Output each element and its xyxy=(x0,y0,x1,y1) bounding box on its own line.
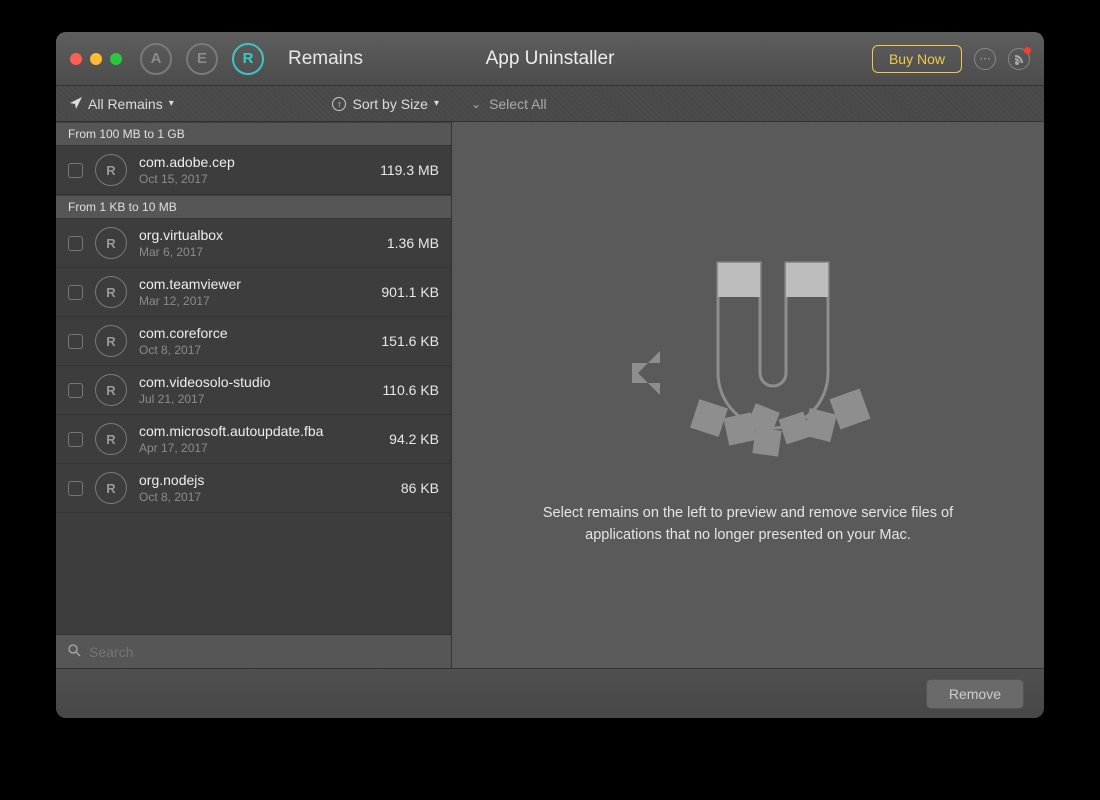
list-item[interactable]: Rcom.teamviewer Mar 12, 2017 901.1 KB xyxy=(56,268,451,317)
chat-icon[interactable]: ⋯ xyxy=(974,48,996,70)
item-name: com.microsoft.autoupdate.fba xyxy=(139,423,379,439)
list-item[interactable]: Rorg.virtualbox Mar 6, 2017 1.36 MB xyxy=(56,219,451,268)
remains-list[interactable]: From 100 MB to 1 GB Rcom.adobe.cep Oct 15,… xyxy=(56,122,451,634)
item-date: Oct 15, 2017 xyxy=(139,172,370,186)
mode-label: Remains xyxy=(288,48,363,70)
item-text: com.videosolo-studio Jul 21, 2017 xyxy=(139,374,372,406)
item-date: Oct 8, 2017 xyxy=(139,490,391,504)
list-item[interactable]: Rcom.videosolo-studio Jul 21, 2017 110.6 K… xyxy=(56,366,451,415)
magnet-illustration-icon xyxy=(598,243,898,473)
buy-now-button[interactable]: Buy Now xyxy=(872,45,962,73)
sort-arrow-icon: ↑ xyxy=(332,97,346,111)
item-size: 94.2 KB xyxy=(389,431,439,447)
filter-dropdown[interactable]: All Remains ▾ xyxy=(70,96,174,112)
app-window: A E R Remains App Uninstaller Buy Now ⋯ … xyxy=(56,32,1044,718)
checkbox[interactable] xyxy=(68,383,83,398)
chevron-down-icon: ▾ xyxy=(169,98,174,109)
list-item[interactable]: Rcom.adobe.cep Oct 15, 2017 119.3 MB xyxy=(56,146,451,195)
item-size: 119.3 MB xyxy=(380,162,439,178)
mode-remains-icon[interactable]: R xyxy=(232,43,264,75)
mode-extensions-icon[interactable]: E xyxy=(186,43,218,75)
detail-pane: Select remains on the left to preview an… xyxy=(451,122,1044,668)
item-size: 1.36 MB xyxy=(387,235,439,251)
filter-label: All Remains xyxy=(88,96,163,112)
search-input[interactable] xyxy=(89,644,439,660)
item-text: com.microsoft.autoupdate.fba Apr 17, 2017 xyxy=(139,423,379,455)
item-text: com.adobe.cep Oct 15, 2017 xyxy=(139,154,370,186)
item-size: 901.1 KB xyxy=(381,284,439,300)
list-item[interactable]: Rorg.nodejs Oct 8, 2017 86 KB xyxy=(56,464,451,513)
mode-applications-icon[interactable]: A xyxy=(140,43,172,75)
chevron-down-icon: ⌄ xyxy=(471,97,481,111)
remains-icon: R xyxy=(95,154,127,186)
checkbox[interactable] xyxy=(68,163,83,178)
item-text: com.coreforce Oct 8, 2017 xyxy=(139,325,371,357)
list-item[interactable]: Rcom.coreforce Oct 8, 2017 151.6 KB xyxy=(56,317,451,366)
item-text: org.virtualbox Mar 6, 2017 xyxy=(139,227,377,259)
remains-icon: R xyxy=(95,374,127,406)
item-date: Apr 17, 2017 xyxy=(139,441,379,455)
item-name: com.videosolo-studio xyxy=(139,374,372,390)
checkbox[interactable] xyxy=(68,334,83,349)
checkbox[interactable] xyxy=(68,481,83,496)
remains-icon: R xyxy=(95,227,127,259)
item-size: 86 KB xyxy=(401,480,439,496)
remains-icon: R xyxy=(95,325,127,357)
footer: Remove xyxy=(56,668,1044,718)
empty-state-message: Select remains on the left to preview an… xyxy=(528,503,968,547)
select-all-button[interactable]: ⌄ Select All xyxy=(451,96,547,112)
item-text: org.nodejs Oct 8, 2017 xyxy=(139,472,391,504)
feed-icon[interactable] xyxy=(1008,48,1030,70)
mode-switcher: A E R Remains xyxy=(140,43,363,75)
checkbox[interactable] xyxy=(68,236,83,251)
remains-icon: R xyxy=(95,276,127,308)
toolbar: All Remains ▾ ↑ Sort by Size ▾ ⌄ Select … xyxy=(56,86,1044,122)
sort-dropdown[interactable]: ↑ Sort by Size ▾ xyxy=(332,96,439,112)
notification-dot-icon xyxy=(1024,47,1031,54)
item-date: Oct 8, 2017 xyxy=(139,343,371,357)
item-date: Mar 6, 2017 xyxy=(139,245,377,259)
window-controls xyxy=(70,53,122,65)
main-split: From 100 MB to 1 GB Rcom.adobe.cep Oct 15,… xyxy=(56,122,1044,668)
remains-icon: R xyxy=(95,423,127,455)
section-header: From 100 MB to 1 GB xyxy=(56,122,451,146)
item-size: 151.6 KB xyxy=(381,333,439,349)
remove-button[interactable]: Remove xyxy=(926,679,1024,709)
sort-label: Sort by Size xyxy=(352,96,427,112)
item-date: Mar 12, 2017 xyxy=(139,294,371,308)
item-name: com.adobe.cep xyxy=(139,154,370,170)
item-name: org.virtualbox xyxy=(139,227,377,243)
select-all-label: Select All xyxy=(489,96,547,112)
sidebar: From 100 MB to 1 GB Rcom.adobe.cep Oct 15,… xyxy=(56,122,451,668)
close-icon[interactable] xyxy=(70,53,82,65)
list-item[interactable]: Rcom.microsoft.autoupdate.fba Apr 17, 201… xyxy=(56,415,451,464)
chevron-down-icon: ▾ xyxy=(434,98,439,109)
checkbox[interactable] xyxy=(68,432,83,447)
item-name: org.nodejs xyxy=(139,472,391,488)
item-text: com.teamviewer Mar 12, 2017 xyxy=(139,276,371,308)
remains-icon: R xyxy=(95,472,127,504)
checkbox[interactable] xyxy=(68,285,83,300)
item-size: 110.6 KB xyxy=(382,382,439,398)
item-name: com.coreforce xyxy=(139,325,371,341)
item-name: com.teamviewer xyxy=(139,276,371,292)
maximize-icon[interactable] xyxy=(110,53,122,65)
section-header: From 1 KB to 10 MB xyxy=(56,195,451,219)
titlebar: A E R Remains App Uninstaller Buy Now ⋯ xyxy=(56,32,1044,86)
search-icon xyxy=(68,644,81,660)
location-arrow-icon xyxy=(70,96,82,112)
minimize-icon[interactable] xyxy=(90,53,102,65)
item-date: Jul 21, 2017 xyxy=(139,392,372,406)
search-bar xyxy=(56,634,451,668)
